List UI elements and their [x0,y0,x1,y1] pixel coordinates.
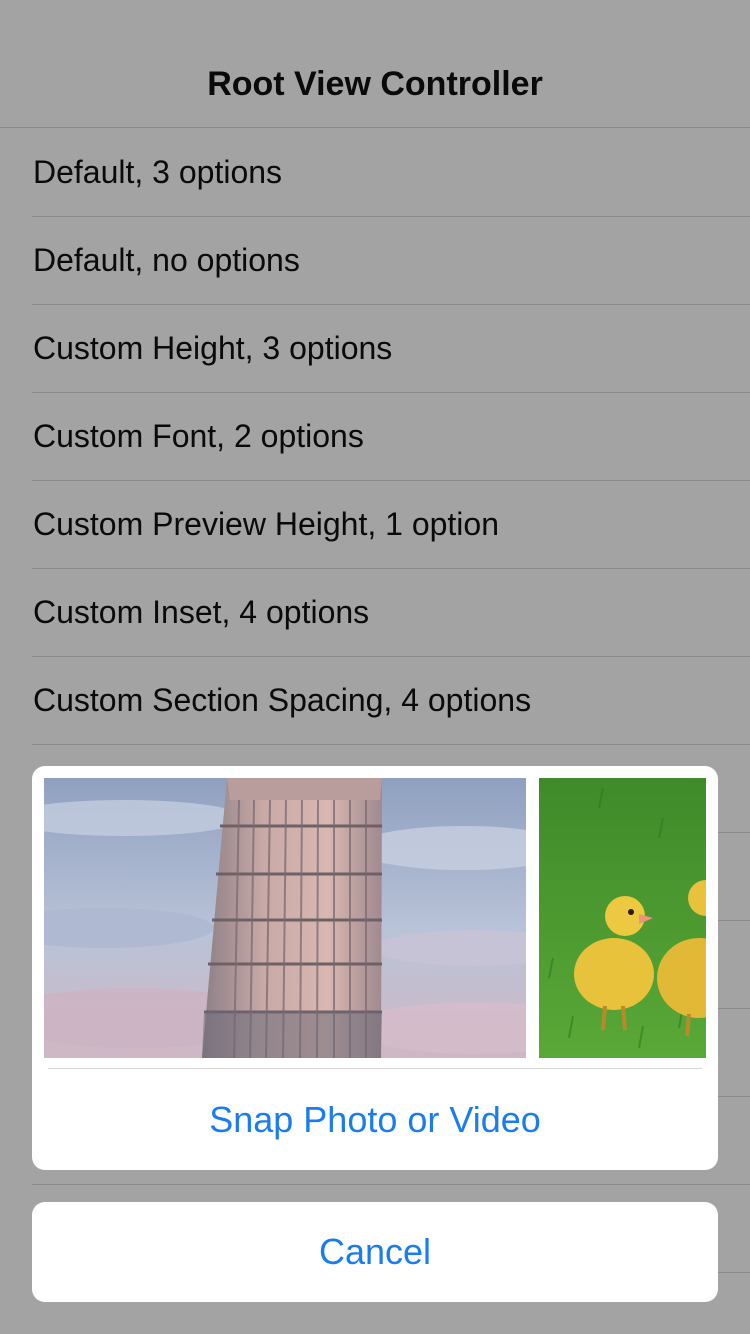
table-row[interactable]: Default, no options [0,217,750,305]
row-label: Custom Font, 2 options [33,418,364,454]
cancel-button[interactable]: Cancel [32,1202,718,1302]
table-row[interactable]: Custom Inset, 4 options [0,569,750,657]
row-label: Custom Height, 3 options [33,330,393,366]
ducklings-photo[interactable] [539,778,706,1058]
table-row[interactable]: Custom Font, 2 options [0,393,750,481]
leaning-tower-photo[interactable] [44,778,526,1058]
table-row[interactable]: Custom Height, 3 options [0,305,750,393]
table-row[interactable]: Default, 3 options [0,129,750,217]
row-label: Custom Inset, 4 options [33,594,370,630]
row-label: Default, 3 options [33,154,283,190]
row-label: Default, no options [33,242,300,278]
table-row[interactable]: Custom Section Spacing, 4 options [0,657,750,745]
row-label: Custom Section Spacing, 4 options [33,682,532,718]
row-label: Custom Preview Height, 1 option [33,506,499,542]
snap-photo-or-video-button[interactable]: Snap Photo or Video [32,1069,718,1170]
nav-title: Root View Controller [207,65,543,103]
navigation-bar: Root View Controller [0,0,750,128]
photo-preview-strip[interactable] [44,778,706,1058]
table-row[interactable]: Custom Preview Height, 1 option [0,481,750,569]
action-sheet: Snap Photo or Video [32,766,718,1170]
